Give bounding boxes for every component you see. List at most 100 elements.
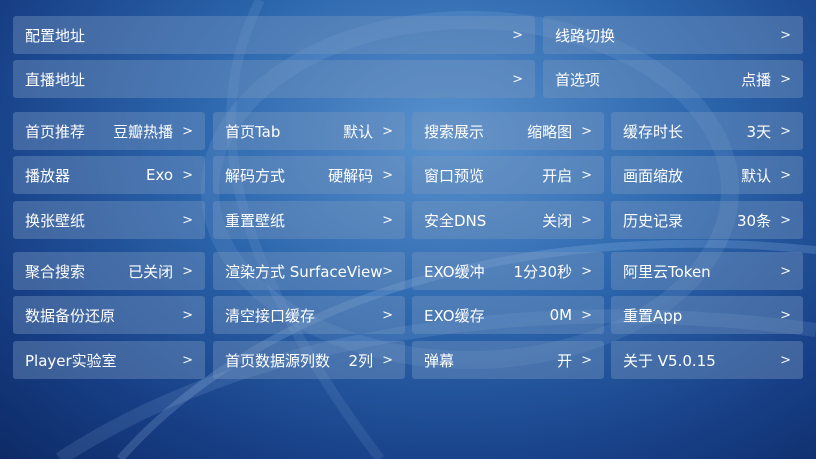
settings-item-change-wallpaper[interactable]: 换张壁纸 >	[13, 201, 205, 239]
settings-item-label: 首页数据源列数	[225, 351, 331, 370]
settings-item-value: 硬解码	[328, 166, 374, 185]
settings-item-home-source-columns[interactable]: 首页数据源列数 2列 >	[213, 341, 405, 379]
settings-item-right: >	[780, 353, 791, 368]
settings-item-window-preview[interactable]: 窗口预览 开启 >	[412, 156, 604, 194]
settings-item-right: >	[382, 264, 393, 279]
chevron-right-icon: >	[581, 167, 592, 183]
settings-item-label: Player实验室	[25, 351, 117, 370]
settings-item-data-backup[interactable]: 数据备份还原 >	[13, 296, 205, 334]
chevron-right-icon: >	[382, 123, 393, 139]
settings-item-right: 开 >	[557, 350, 592, 371]
settings-item-label: 重置壁纸	[225, 211, 286, 230]
settings-item-value: 已关闭	[128, 262, 174, 281]
settings-item-label: 解码方式	[225, 166, 286, 185]
settings-item-home-tab[interactable]: 首页Tab 默认 >	[213, 112, 405, 150]
settings-item-aliyun-token[interactable]: 阿里云Token >	[611, 252, 803, 290]
settings-item-label: EXO缓存	[424, 306, 485, 325]
settings-item-config-address[interactable]: 配置地址 >	[13, 16, 535, 54]
chevron-right-icon: >	[581, 307, 592, 323]
settings-item-label: 弹幕	[424, 351, 455, 370]
settings-item-right: >	[512, 28, 523, 43]
settings-item-label: 搜索展示	[424, 122, 485, 141]
chevron-right-icon: >	[780, 167, 791, 183]
settings-item-label: 渲染方式 SurfaceView	[225, 262, 383, 281]
chevron-right-icon: >	[182, 212, 193, 228]
chevron-right-icon: >	[182, 307, 193, 323]
settings-item-label: 窗口预览	[424, 166, 485, 185]
chevron-right-icon: >	[182, 263, 193, 279]
settings-item-right: >	[182, 213, 193, 228]
settings-item-home-recommend[interactable]: 首页推荐 豆瓣热播 >	[13, 112, 205, 150]
chevron-right-icon: >	[182, 352, 193, 368]
settings-item-right: 0M >	[550, 306, 592, 324]
settings-item-live-address[interactable]: 直播地址 >	[13, 60, 535, 98]
settings-item-render-mode[interactable]: 渲染方式 SurfaceView >	[213, 252, 405, 290]
settings-item-right: 默认 >	[343, 121, 393, 142]
settings-item-right: 已关闭 >	[128, 261, 193, 282]
settings-item-label: 清空接口缓存	[225, 306, 316, 325]
settings-item-player[interactable]: 播放器 Exo >	[13, 156, 205, 194]
chevron-right-icon: >	[512, 71, 523, 87]
settings-item-label: 换张壁纸	[25, 211, 86, 230]
settings-item-label: 首选项	[555, 70, 601, 89]
settings-item-right: >	[780, 308, 791, 323]
chevron-right-icon: >	[182, 167, 193, 183]
settings-item-right: >	[512, 72, 523, 87]
settings-item-cache-duration[interactable]: 缓存时长 3天 >	[611, 112, 803, 150]
settings-item-history[interactable]: 历史记录 30条 >	[611, 201, 803, 239]
chevron-right-icon: >	[780, 352, 791, 368]
chevron-right-icon: >	[382, 307, 393, 323]
settings-item-value: 点播	[741, 70, 772, 89]
settings-item-label: 安全DNS	[424, 211, 487, 230]
settings-item-label: 画面缩放	[623, 166, 684, 185]
settings-item-preference[interactable]: 首选项 点播 >	[543, 60, 803, 98]
settings-item-player-lab[interactable]: Player实验室 >	[13, 341, 205, 379]
settings-item-right: 30条 >	[737, 210, 791, 231]
chevron-right-icon: >	[382, 167, 393, 183]
chevron-right-icon: >	[581, 212, 592, 228]
settings-item-label: 播放器	[25, 166, 71, 185]
settings-item-value: 默认	[741, 166, 772, 185]
settings-item-value: 豆瓣热播	[113, 122, 174, 141]
settings-item-value: 2列	[348, 351, 374, 370]
settings-item-reset-wallpaper[interactable]: 重置壁纸 >	[213, 201, 405, 239]
settings-item-search-display[interactable]: 搜索展示 缩略图 >	[412, 112, 604, 150]
settings-item-exo-cache[interactable]: EXO缓存 0M >	[412, 296, 604, 334]
settings-item-label: 直播地址	[25, 70, 86, 89]
settings-item-aggregate-search[interactable]: 聚合搜索 已关闭 >	[13, 252, 205, 290]
settings-item-clear-api-cache[interactable]: 清空接口缓存 >	[213, 296, 405, 334]
settings-item-right: 缩略图 >	[527, 121, 592, 142]
chevron-right-icon: >	[382, 352, 393, 368]
settings-item-right: >	[382, 308, 393, 323]
settings-item-exo-buffer[interactable]: EXO缓冲 1分30秒 >	[412, 252, 604, 290]
chevron-right-icon: >	[182, 123, 193, 139]
chevron-right-icon: >	[581, 263, 592, 279]
chevron-right-icon: >	[780, 123, 791, 139]
settings-item-label: EXO缓冲	[424, 262, 485, 281]
settings-item-value: 缩略图	[527, 122, 573, 141]
settings-item-label: 配置地址	[25, 26, 86, 45]
settings-item-right: >	[382, 213, 393, 228]
settings-item-right: 2列 >	[349, 350, 393, 371]
chevron-right-icon: >	[780, 71, 791, 87]
settings-item-picture-scale[interactable]: 画面缩放 默认 >	[611, 156, 803, 194]
settings-item-about[interactable]: 关于 V5.0.15 >	[611, 341, 803, 379]
settings-item-label: 阿里云Token	[623, 262, 711, 281]
chevron-right-icon: >	[581, 352, 592, 368]
settings-item-value: 关闭	[542, 211, 573, 230]
settings-item-danmaku[interactable]: 弹幕 开 >	[412, 341, 604, 379]
settings-item-right: 点播 >	[741, 69, 791, 90]
settings-item-reset-app[interactable]: 重置App >	[611, 296, 803, 334]
settings-item-label: 重置App	[623, 306, 683, 325]
settings-item-right: 豆瓣热播 >	[113, 121, 193, 142]
settings-item-value: 30条	[737, 211, 772, 230]
settings-item-line-switch[interactable]: 线路切换 >	[543, 16, 803, 54]
settings-item-secure-dns[interactable]: 安全DNS 关闭 >	[412, 201, 604, 239]
settings-item-label: 聚合搜索	[25, 262, 86, 281]
chevron-right-icon: >	[780, 307, 791, 323]
chevron-right-icon: >	[382, 212, 393, 228]
chevron-right-icon: >	[780, 212, 791, 228]
settings-item-decode-mode[interactable]: 解码方式 硬解码 >	[213, 156, 405, 194]
settings-item-label: 线路切换	[555, 26, 616, 45]
settings-item-right: 1分30秒 >	[513, 261, 592, 282]
